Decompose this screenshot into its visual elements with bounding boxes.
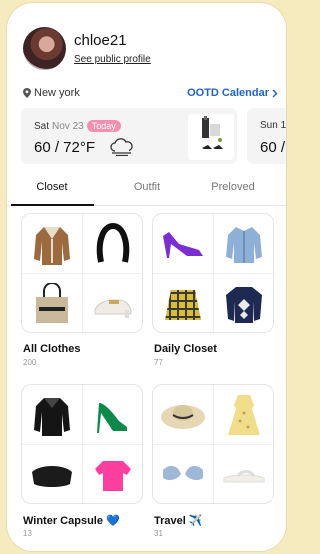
location-pin-icon — [23, 88, 31, 98]
weather-card-next-day[interactable]: Sun 1 60 / — [247, 108, 286, 164]
item-straw-hat — [153, 385, 213, 444]
weather-next-temperature: 60 / — [260, 139, 286, 156]
ootd-calendar-label: OOTD Calendar — [187, 87, 269, 99]
tab-outfit[interactable]: Outfit — [102, 181, 192, 193]
item-green-heels — [83, 385, 142, 444]
item-argyle-sweater — [214, 274, 273, 332]
item-purple-heels — [153, 214, 213, 273]
outfit-of-the-day-thumbnail[interactable] — [188, 114, 234, 160]
tab-closet[interactable]: Closet — [7, 181, 97, 193]
app-screen: chloe21 See public profile New york OOTD… — [7, 3, 286, 551]
weather-date: Nov 23 — [52, 120, 84, 132]
weather-card-today[interactable]: Sat Nov 23 Today 60 / 72°F — [21, 108, 237, 164]
item-leather-jacket — [22, 385, 82, 444]
collection-card-all-clothes[interactable] — [21, 213, 143, 333]
location-city: New york — [34, 87, 80, 99]
ootd-calendar-link[interactable]: OOTD Calendar — [187, 87, 278, 99]
collection-card-travel[interactable] — [152, 384, 274, 504]
item-blue-bikini — [153, 445, 213, 503]
profile-header[interactable]: chloe21 See public profile — [23, 27, 151, 70]
collection-count: 77 — [154, 358, 163, 367]
collection-title: Travel ✈️ — [154, 515, 203, 527]
weather-day: Sat — [34, 120, 50, 132]
item-loafers — [83, 274, 142, 332]
collection-card-daily-closet[interactable] — [152, 213, 274, 333]
collection-title: Daily Closet — [154, 343, 217, 355]
item-black-clutch — [22, 445, 82, 503]
location: New york — [23, 87, 80, 99]
cloudy-weather-icon — [110, 138, 133, 156]
collection-card-winter-capsule[interactable] — [21, 384, 143, 504]
active-tab-indicator — [11, 204, 94, 206]
collection-title: All Clothes — [23, 343, 81, 355]
item-denim-jacket — [214, 214, 273, 273]
item-tote-bag — [22, 274, 82, 332]
weather-temperature: 60 / 72°F — [34, 139, 96, 156]
item-pink-top — [83, 445, 142, 503]
item-floral-dress — [214, 385, 273, 444]
airplane-icon: ✈️ — [188, 515, 203, 527]
see-public-profile-link[interactable]: See public profile — [74, 54, 151, 65]
collection-title: Winter Capsule 💙 — [23, 515, 120, 527]
username: chloe21 — [74, 32, 127, 49]
collection-count: 13 — [23, 529, 32, 538]
avatar[interactable] — [23, 27, 66, 70]
closet-tabs: Closet Outfit Preloved — [7, 175, 286, 206]
item-white-sandals — [214, 445, 273, 503]
item-black-headband — [83, 214, 142, 273]
blue-heart-icon: 💙 — [106, 515, 120, 527]
chevron-right-icon — [272, 89, 278, 97]
item-plaid-skirt — [153, 274, 213, 332]
item-shearling-jacket — [22, 214, 82, 273]
collection-count: 200 — [23, 358, 37, 367]
tab-preloved[interactable]: Preloved — [188, 181, 278, 193]
weather-next-day: Sun 1 — [260, 120, 286, 131]
today-badge: Today — [86, 120, 121, 132]
collection-count: 31 — [154, 529, 163, 538]
